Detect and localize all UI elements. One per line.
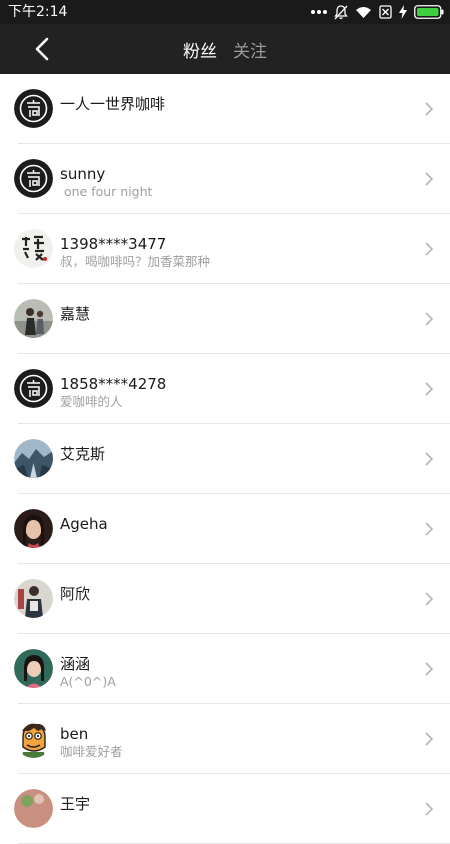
avatar — [14, 369, 53, 408]
avatar — [14, 299, 53, 338]
user-name: 王宇 — [60, 795, 91, 813]
chevron-right-icon — [425, 382, 434, 396]
avatar — [14, 439, 53, 478]
chevron-right-icon — [425, 732, 434, 746]
chevron-right-icon — [425, 102, 434, 116]
cartoon-avatar-icon — [14, 719, 53, 758]
portrait-avatar-icon — [14, 509, 53, 548]
user-name: 艾克斯 — [60, 445, 106, 463]
avatar — [14, 229, 53, 268]
list-item[interactable]: ben 咖啡爱好者 — [0, 704, 450, 774]
status-time: 下午2:14 — [8, 4, 68, 20]
portrait-avatar-icon — [14, 649, 53, 688]
user-bio: A(^0^)A — [60, 674, 116, 689]
avatar — [14, 509, 53, 548]
chevron-right-icon — [425, 172, 434, 186]
list-item[interactable]: 阿欣 — [0, 564, 450, 634]
user-name: Ageha — [60, 515, 108, 533]
photo-avatar-icon — [14, 579, 53, 618]
calligraphy-avatar-icon — [14, 229, 53, 268]
mute-bell-icon — [334, 4, 348, 19]
photo-avatar-icon — [14, 789, 53, 828]
chevron-right-icon — [425, 662, 434, 676]
user-name: 1858****4278 — [60, 375, 167, 393]
charging-icon — [399, 5, 407, 19]
status-icons — [311, 4, 444, 20]
list-item[interactable]: 一人一世界咖啡 — [0, 74, 450, 144]
list-item[interactable]: 王宇 — [0, 774, 450, 844]
avatar — [14, 159, 53, 198]
user-bio: 咖啡爱好者 — [60, 744, 123, 759]
user-bio: one four night — [60, 184, 153, 199]
list-item[interactable]: 艾克斯 — [0, 424, 450, 494]
nav-tabs: 粉丝 关注 — [0, 24, 450, 74]
chevron-right-icon — [425, 802, 434, 816]
photo-avatar-icon — [14, 299, 53, 338]
avatar — [14, 789, 53, 828]
chevron-right-icon — [425, 592, 434, 606]
follower-list: 一人一世界咖啡 sunny one four night 1398****347… — [0, 74, 450, 844]
avatar — [14, 649, 53, 688]
nav-bar: 粉丝 关注 — [0, 24, 450, 74]
more-dots-icon — [311, 10, 327, 14]
list-item[interactable]: 涵涵 A(^0^)A — [0, 634, 450, 704]
chevron-right-icon — [425, 312, 434, 326]
wifi-icon — [356, 6, 371, 18]
user-name: sunny — [60, 165, 106, 183]
chevron-right-icon — [425, 522, 434, 536]
avatar — [14, 579, 53, 618]
list-item[interactable]: sunny one four night — [0, 144, 450, 214]
no-sim-icon — [379, 5, 392, 19]
list-item[interactable]: 嘉慧 — [0, 284, 450, 354]
user-name: 涵涵 — [60, 655, 91, 673]
tab-followers[interactable]: 粉丝 — [183, 37, 217, 62]
tab-following[interactable]: 关注 — [233, 37, 267, 62]
user-name: 一人一世界咖啡 — [60, 95, 166, 113]
cafe-logo-avatar-icon — [14, 89, 53, 128]
avatar — [14, 719, 53, 758]
battery-icon — [414, 5, 444, 19]
user-bio: 叔，喝咖啡吗？加香菜那种 — [60, 254, 211, 269]
list-item[interactable]: 1858****4278 爱咖啡的人 — [0, 354, 450, 424]
list-item[interactable]: Ageha — [0, 494, 450, 564]
avatar — [14, 89, 53, 128]
chevron-right-icon — [425, 242, 434, 256]
user-name: 阿欣 — [60, 585, 91, 603]
user-bio: 爱咖啡的人 — [60, 394, 123, 409]
status-bar: 下午2:14 — [0, 0, 450, 24]
cafe-logo-avatar-icon — [14, 159, 53, 198]
user-name: 1398****3477 — [60, 235, 167, 253]
chevron-right-icon — [425, 452, 434, 466]
list-item[interactable]: 1398****3477 叔，喝咖啡吗？加香菜那种 — [0, 214, 450, 284]
user-name: 嘉慧 — [60, 305, 91, 323]
cafe-logo-avatar-icon — [14, 369, 53, 408]
user-name: ben — [60, 725, 89, 743]
landscape-avatar-icon — [14, 439, 53, 478]
